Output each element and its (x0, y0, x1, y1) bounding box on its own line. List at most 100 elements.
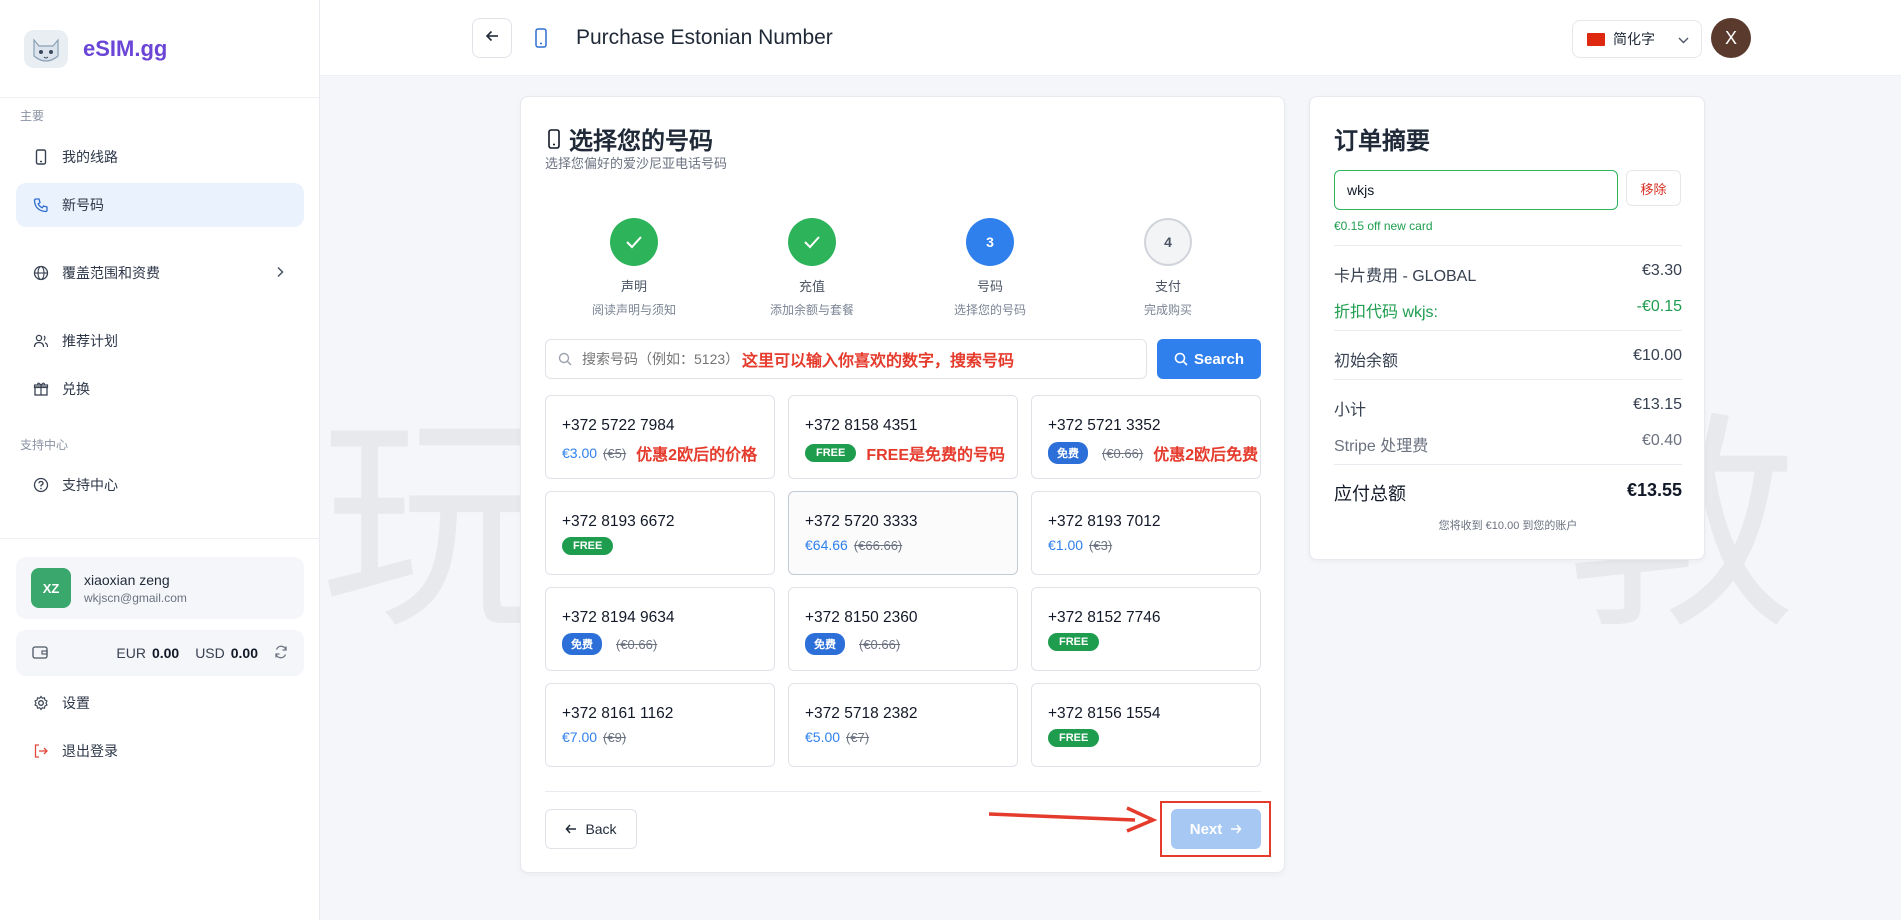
number-option[interactable]: +372 5720 3333 €64.66 (€66.66) (788, 491, 1018, 575)
number-option[interactable]: +372 8156 1554 FREE (1031, 683, 1261, 767)
row-label: 应付总额 (1334, 484, 1406, 504)
language-select[interactable]: 简化字 (1572, 20, 1702, 58)
discount-free-badge: 免费 (1048, 442, 1088, 464)
phone-number: +372 5722 7984 (562, 417, 675, 434)
summary-row-total: 应付总额 €13.55 (1334, 480, 1682, 506)
sidebar-item-logout[interactable]: 退出登录 (16, 729, 304, 773)
original-price: (€0.66) (616, 636, 658, 652)
wallet-balance: EUR 0.00 USD 0.00 (16, 630, 304, 676)
price-row: €7.00 (€9) (562, 729, 626, 745)
language-label: 简化字 (1613, 31, 1655, 47)
user-card[interactable]: XZ xiaoxian zeng wkjscn@gmail.com (16, 557, 304, 619)
sidebar-item-label: 推荐计划 (62, 333, 118, 349)
row-label: Stripe 处理费 (1334, 438, 1429, 455)
gift-icon (32, 380, 50, 398)
eur-value: 0.00 (151, 645, 180, 661)
sidebar-item-coverage[interactable]: 覆盖范围和资费 (16, 251, 304, 295)
order-summary-card: 订单摘要 wkjs 移除 €0.15 off new card 卡片费用 - G… (1309, 96, 1705, 560)
row-label: 折扣代码 wkjs: (1334, 304, 1439, 321)
refresh-icon[interactable] (274, 645, 288, 662)
search-button-label: Search (1193, 350, 1245, 368)
gear-icon (32, 694, 50, 712)
arrow-left-icon (565, 824, 577, 834)
number-option[interactable]: +372 8193 7012 €1.00 (€3) (1031, 491, 1261, 575)
phone-number: +372 8194 9634 (562, 609, 675, 626)
usd-value: 0.00 (230, 645, 258, 661)
number-option[interactable]: +372 8193 6672 FREE (545, 491, 775, 575)
remove-coupon-button[interactable]: 移除 (1626, 170, 1681, 206)
china-flag-icon (1587, 32, 1605, 46)
step-check-icon (610, 218, 658, 266)
original-price: (€7) (846, 729, 870, 745)
search-button[interactable]: Search (1157, 339, 1261, 379)
number-option[interactable]: +372 8194 9634 免费 (€0.66) (545, 587, 775, 671)
sidebar-item-new-number[interactable]: 新号码 (16, 183, 304, 227)
sidebar-item-redeem[interactable]: 兑换 (16, 367, 304, 411)
help-circle-icon (32, 476, 50, 494)
step-label: 充值 (798, 279, 825, 294)
search-input[interactable] (582, 351, 742, 367)
sidebar-item-label: 兑换 (62, 381, 90, 397)
next-button-label: Next (1189, 820, 1223, 838)
phone-number: +372 8193 6672 (562, 513, 675, 530)
sidebar-item-label: 退出登录 (62, 743, 118, 759)
free-badge: FREE (805, 444, 857, 462)
price-row: 免费 (€0.66) (562, 633, 657, 655)
logout-icon (32, 742, 50, 760)
free-badge: FREE (562, 537, 614, 555)
phone-number: +372 8161 1162 (562, 705, 674, 722)
price-row: FREE (1048, 633, 1100, 651)
search-icon (1174, 352, 1188, 366)
sidebar: eSIM.gg 主要 我的线路 新号码 覆盖范围和资费 推荐计划 兑换 支持中心… (0, 0, 320, 920)
sidebar-item-my-lines[interactable]: 我的线路 (16, 135, 304, 179)
brand[interactable]: eSIM.gg (0, 0, 319, 98)
divider (1334, 379, 1682, 380)
number-search-box[interactable]: 这里可以输入你喜欢的数字，搜索号码 (545, 339, 1147, 379)
phone-number: +372 8156 1554 (1048, 705, 1161, 722)
number-option[interactable]: +372 8161 1162 €7.00 (€9) (545, 683, 775, 767)
next-button[interactable]: Next (1171, 809, 1261, 849)
user-avatar[interactable]: X (1711, 18, 1751, 58)
step-label: 支付 (1154, 279, 1181, 294)
original-price: (€3) (1089, 537, 1113, 553)
sidebar-item-label: 我的线路 (62, 149, 118, 165)
number-option[interactable]: +372 5721 3352 免费 (€0.66) 优惠2欧后免费 (1031, 395, 1261, 479)
number-option[interactable]: +372 8152 7746 FREE (1031, 587, 1261, 671)
summary-row-initial-balance: 初始余额 €10.00 (1334, 347, 1682, 371)
sidebar-item-referral[interactable]: 推荐计划 (16, 319, 304, 363)
phone-icon (32, 148, 50, 166)
back-arrow-button[interactable] (472, 18, 512, 58)
cat-logo-icon (24, 29, 68, 68)
back-button[interactable]: Back (545, 809, 637, 849)
arrow-left-icon (485, 29, 499, 47)
price: €7.00 (562, 729, 598, 745)
original-price: (€0.66) (1102, 445, 1144, 461)
phone-number: +372 5720 3333 (805, 513, 918, 530)
row-value: €3.30 (1641, 262, 1682, 279)
phone-number: +372 8150 2360 (805, 609, 918, 626)
search-icon (558, 352, 572, 366)
original-price: (€66.66) (853, 537, 903, 553)
price-row: 免费 (€0.66) 优惠2欧后免费 (1048, 441, 1258, 465)
price-annotation: 优惠2欧后免费 (1153, 447, 1259, 464)
user-info: xiaoxian zeng wkjscn@gmail.com (84, 572, 187, 605)
divider (545, 791, 1261, 792)
number-option[interactable]: +372 8150 2360 免费 (€0.66) (788, 587, 1018, 671)
price: €5.00 (805, 729, 841, 745)
number-option[interactable]: +372 8158 4351 FREE FREE是免费的号码 (788, 395, 1018, 479)
sidebar-item-settings[interactable]: 设置 (16, 681, 304, 725)
price-row: FREE (562, 537, 614, 555)
free-badge: FREE (1048, 729, 1100, 747)
globe-icon (32, 264, 50, 282)
sidebar-item-support[interactable]: 支持中心 (16, 463, 304, 507)
coupon-code-input[interactable]: wkjs (1334, 170, 1618, 210)
price-row: €1.00 (€3) (1048, 537, 1112, 553)
discount-free-badge: 免费 (562, 633, 602, 655)
chevron-down-icon (1678, 31, 1689, 47)
number-option[interactable]: +372 5722 7984 €3.00 (€5) 优惠2欧后的价格 (545, 395, 775, 479)
top-bar: Purchase Estonian Number 简化字 X (320, 0, 1901, 76)
number-option[interactable]: +372 5718 2382 €5.00 (€7) (788, 683, 1018, 767)
price-annotation: FREE是免费的号码 (866, 447, 1006, 464)
summary-row-stripe-fee: Stripe 处理费 €0.40 (1334, 432, 1682, 456)
row-value: €13.55 (1626, 480, 1682, 500)
